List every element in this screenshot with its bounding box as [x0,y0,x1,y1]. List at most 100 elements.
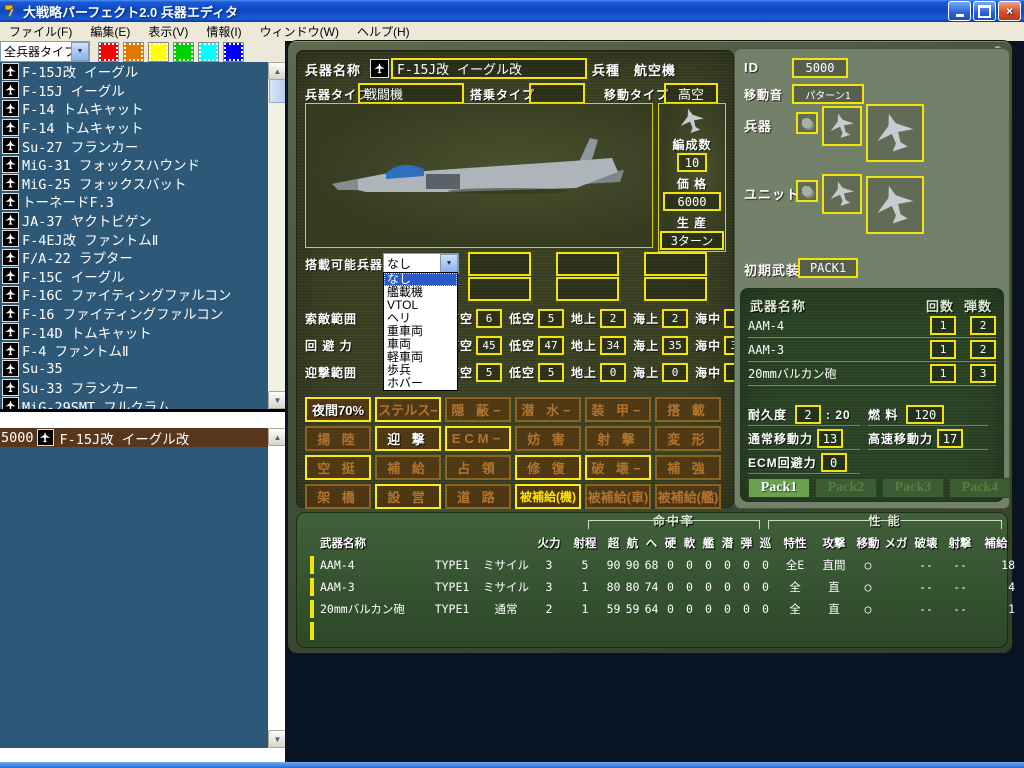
ability-button[interactable]: 射 撃 [585,426,651,451]
list-item[interactable]: F-4 ファントムⅡ [0,341,268,360]
color-button-0[interactable] [98,42,119,62]
list-item[interactable]: F-15J イーグル [0,81,268,100]
color-button-1[interactable] [123,42,144,62]
ability-button[interactable]: 隠 蔽− [445,397,511,422]
ability-button[interactable]: 被補給(車) [585,484,651,509]
list-item[interactable]: F-16 ファイティングファルコン [0,304,268,323]
stat-value-input[interactable]: 45 [476,336,502,355]
armament-ammo-input[interactable]: 3 [970,364,996,383]
armament-count-input[interactable]: 1 [930,340,956,359]
carry-combo[interactable]: なし ▼ [383,253,459,274]
minimize-button[interactable] [948,1,971,21]
ability-button[interactable]: 補 給 [375,455,441,480]
weapon-checkbox[interactable] [310,556,314,574]
weapon-checkbox[interactable] [310,578,314,596]
durability-input[interactable]: 2 [795,405,821,424]
ability-button[interactable]: ECM− [445,426,511,451]
ability-button[interactable]: 補 強 [655,455,721,480]
weapon-table-row[interactable]: AAM-4TYPE1ミサイル35909068000000全E直間○----18 [304,554,1019,576]
list-item[interactable]: F/A-22 ラプター [0,248,268,267]
list-item[interactable]: Su-33 フランカー [0,378,268,397]
menu-item-4[interactable]: ウィンドウ(W) [251,21,348,42]
ability-button[interactable]: 搭 載 [655,397,721,422]
stat-value-input[interactable]: 2 [662,309,688,328]
menu-item-2[interactable]: 表示(V) [139,21,197,42]
menu-item-1[interactable]: 編集(E) [81,21,139,42]
list-item[interactable]: MiG-31 フォックスハウンド [0,155,268,174]
ability-button[interactable]: ステルス− [375,397,441,422]
list-item[interactable]: Su-35 [0,360,268,379]
ability-button[interactable]: 装 甲− [585,397,651,422]
list-item[interactable]: F-14D トムキャット [0,322,268,341]
scroll-thumb[interactable] [269,79,285,103]
weapon-checkbox[interactable] [310,600,314,618]
move-type-input[interactable]: 高空 [664,83,718,104]
color-button-4[interactable] [198,42,219,62]
move-sound-input[interactable]: パターン1 [792,84,864,104]
list-item[interactable]: F-14 トムキャット [0,99,268,118]
armament-count-input[interactable]: 1 [930,316,956,335]
weapon-table-row[interactable]: AAM-3TYPE1ミサイル31808074000000全直○----4 [304,576,1019,598]
list-item[interactable]: F-15J改 イーグル [0,62,268,81]
weapon-type-icon[interactable] [370,59,389,78]
carry-slot-box[interactable] [644,277,707,301]
ability-button[interactable]: 被補給(機) [515,484,581,509]
weapon-checkbox[interactable] [310,622,314,640]
pack-button[interactable]: Pack4 [949,478,1011,498]
ability-button[interactable]: 揚 陸 [305,426,371,451]
ability-button[interactable]: 占 領 [445,455,511,480]
ecm-input[interactable]: 0 [821,453,847,472]
price-input[interactable]: 6000 [663,192,721,211]
unit-icon-medium[interactable] [822,174,862,214]
ability-button[interactable]: 道 路 [445,484,511,509]
ability-button[interactable]: 変 形 [655,426,721,451]
ability-button[interactable]: 被補給(艦) [655,484,721,509]
weapon-icon-large[interactable] [866,104,924,162]
stat-value-input[interactable]: 0 [600,363,626,382]
stat-value-input[interactable]: 47 [538,336,564,355]
list-item[interactable]: F-14 トムキャット [0,118,268,137]
crew-type-input[interactable] [529,83,585,104]
pack-button[interactable]: Pack3 [882,478,944,498]
dropdown-arrow-icon[interactable]: ▼ [71,42,89,61]
ability-button[interactable]: 架 橋 [305,484,371,509]
unit-type-filter[interactable]: 全兵器タイプ ▼ [0,41,90,62]
scroll-down-icon[interactable]: ▼ [268,391,285,409]
list-item[interactable]: F-16C ファイティングファルコン [0,285,268,304]
taskbar[interactable] [0,762,1024,768]
carry-slot-box[interactable] [644,252,707,276]
unit-icon-large[interactable] [866,176,924,234]
ability-button[interactable]: 設 営 [375,484,441,509]
formation-input[interactable]: 10 [677,153,707,172]
ability-button[interactable]: 破 壊− [585,455,651,480]
scroll-up-icon[interactable]: ▲ [268,62,285,80]
weapon-type-input[interactable]: 戦闘機 [358,83,464,104]
selected-list-scrollbar[interactable]: ▲ ▼ [268,428,285,748]
armament-count-input[interactable]: 1 [930,364,956,383]
stat-value-input[interactable]: 5 [476,363,502,382]
ability-button[interactable]: 夜間70% [305,397,371,422]
menu-item-0[interactable]: ファイル(F) [0,21,81,42]
fuel-input[interactable]: 120 [906,405,944,424]
initial-armament-input[interactable]: PACK1 [798,258,858,278]
weapon-name-input[interactable]: F-15J改 イーグル改 [391,58,587,79]
ability-button[interactable]: 迎 撃 [375,426,441,451]
stat-value-input[interactable]: 5 [538,309,564,328]
stat-value-input[interactable]: 34 [600,336,626,355]
stat-value-input[interactable]: 6 [476,309,502,328]
production-input[interactable]: 3ターン [660,231,724,250]
color-button-3[interactable] [173,42,194,62]
list-item[interactable]: F-4EJ改 ファントムⅡ [0,229,268,248]
weapon-table-row[interactable]: 20mmバルカン砲TYPE1通常21595964000000全直○----1 [304,598,1019,620]
carry-slot-box[interactable] [556,252,619,276]
pack-button[interactable]: Pack1 [748,478,810,498]
list-item[interactable]: F-15C イーグル [0,267,268,286]
carry-slot-box[interactable] [468,277,531,301]
list-item[interactable]: トーネードF.3 [0,192,268,211]
dropdown-arrow-icon[interactable]: ▼ [440,254,458,273]
weapon-icon-small[interactable] [796,112,818,134]
list-item[interactable]: JA-37 ヤクトビゲン [0,211,268,230]
stat-value-input[interactable]: 2 [600,309,626,328]
list-item[interactable]: MiG-25 フォックスバット [0,174,268,193]
carry-slot-box[interactable] [556,277,619,301]
